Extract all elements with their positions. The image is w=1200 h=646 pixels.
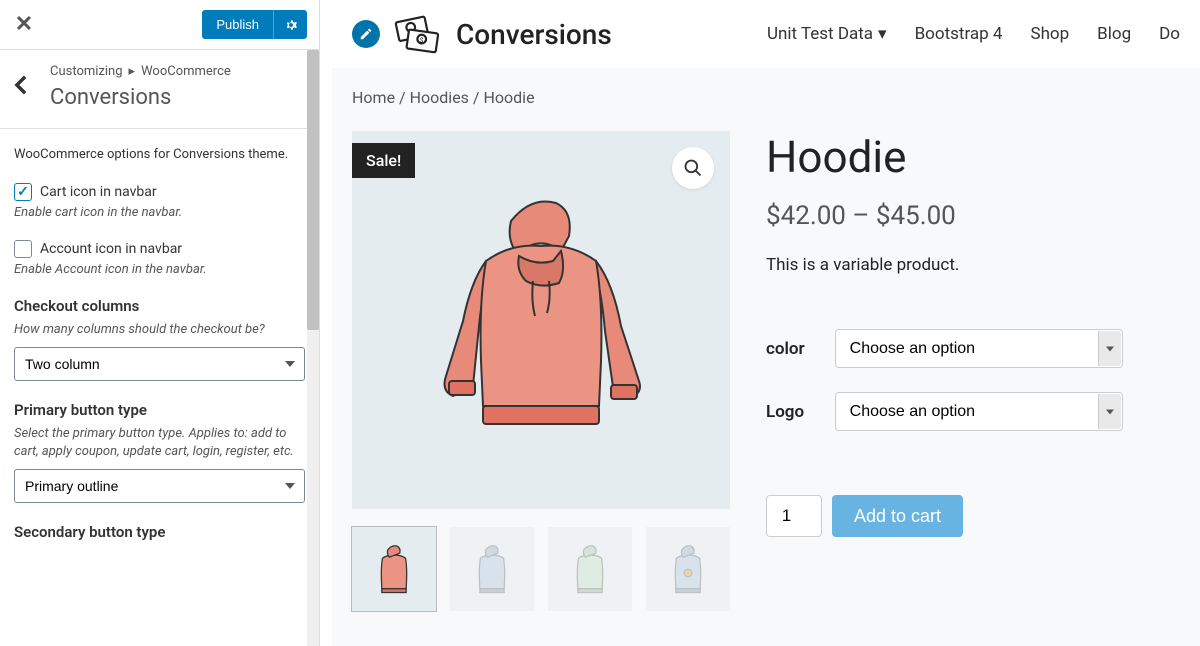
cart-icon-option: Cart icon in navbar Enable cart icon in … — [14, 183, 305, 220]
section-title: Conversions — [50, 85, 305, 110]
caret-down-icon: ▾ — [878, 24, 887, 44]
sidebar-toolbar: ✕ Publish — [0, 0, 319, 50]
preview-body: Home / Hoodies / Hoodie Sale! — [332, 68, 1200, 646]
product-gallery: Sale! — [352, 131, 730, 611]
add-to-cart-row: Add to cart — [766, 495, 1180, 537]
search-icon — [683, 158, 703, 178]
product-breadcrumb: Home / Hoodies / Hoodie — [352, 88, 1180, 107]
checkout-columns-field: Checkout columns How many columns should… — [14, 297, 305, 381]
product-thumbnails — [352, 527, 730, 611]
variations-form: color Choose an option Logo — [766, 305, 1123, 455]
quantity-input[interactable] — [766, 495, 822, 537]
account-icon-label: Account icon in navbar — [40, 241, 182, 257]
close-icon[interactable]: ✕ — [12, 12, 36, 37]
sidebar-body: WooCommerce options for Conversions them… — [0, 129, 319, 577]
section-intro: WooCommerce options for Conversions them… — [14, 145, 305, 165]
nav-bootstrap-4[interactable]: Bootstrap 4 — [915, 24, 1003, 44]
publish-group: Publish — [202, 10, 307, 39]
customizer-sidebar: ✕ Publish Customizing ▸ WooCommerce Conv… — [0, 0, 320, 646]
primary-button-select[interactable]: Primary outline — [14, 469, 305, 503]
primary-nav: Unit Test Data ▾ Bootstrap 4 Shop Blog D… — [767, 24, 1180, 44]
chevron-left-icon — [14, 74, 28, 96]
primary-button-label: Primary button type — [14, 401, 305, 419]
thumbnail-3[interactable] — [548, 527, 632, 611]
cart-icon-checkbox[interactable] — [14, 183, 32, 201]
primary-button-desc: Select the primary button type. Applies … — [14, 425, 305, 461]
thumbnail-1[interactable] — [352, 527, 436, 611]
nav-blog[interactable]: Blog — [1097, 24, 1131, 44]
add-to-cart-button[interactable]: Add to cart — [832, 495, 963, 537]
sidebar-scrollbar[interactable] — [307, 50, 319, 646]
checkout-columns-label: Checkout columns — [14, 297, 305, 315]
primary-button-field: Primary button type Select the primary b… — [14, 401, 305, 503]
scrollbar-thumb[interactable] — [307, 50, 319, 330]
back-button[interactable] — [14, 74, 28, 102]
product-title: Hoodie — [766, 131, 1180, 183]
product-layout: Sale! — [352, 131, 1180, 611]
sale-badge: Sale! — [352, 143, 415, 178]
cart-icon-desc: Enable cart icon in the navbar. — [14, 205, 305, 220]
checkout-columns-select[interactable]: Two column — [14, 347, 305, 381]
breadcrumb: Customizing ▸ WooCommerce — [50, 64, 305, 79]
product-short-desc: This is a variable product. — [766, 255, 1180, 275]
variation-color-select[interactable]: Choose an option — [835, 329, 1123, 368]
secondary-button-field: Secondary button type — [14, 523, 305, 541]
variation-logo-label: Logo — [766, 392, 835, 431]
product-info: Hoodie $42.00 – $45.00 This is a variabl… — [766, 131, 1180, 611]
secondary-button-label: Secondary button type — [14, 523, 305, 541]
breadcrumb-prefix: Customizing — [50, 64, 123, 79]
section-header: Customizing ▸ WooCommerce Conversions — [0, 50, 319, 129]
checkout-columns-desc: How many columns should the checkout be? — [14, 321, 305, 339]
nav-unit-test-data[interactable]: Unit Test Data ▾ — [767, 24, 887, 44]
crumb-current: Hoodie — [483, 88, 534, 107]
crumb-category[interactable]: Hoodies — [410, 88, 469, 107]
site-header: $ Conversions Unit Test Data ▾ Bootstrap… — [332, 0, 1200, 68]
pencil-icon — [359, 27, 373, 41]
breadcrumb-separator-icon: ▸ — [129, 64, 136, 79]
cart-icon-label: Cart icon in navbar — [40, 184, 157, 200]
preview-pane: $ Conversions Unit Test Data ▾ Bootstrap… — [332, 0, 1200, 646]
product-main-image[interactable]: Sale! — [352, 131, 730, 509]
hoodie-image-icon — [352, 131, 730, 509]
variation-color-label: color — [766, 329, 835, 368]
variation-logo-select[interactable]: Choose an option — [835, 392, 1123, 431]
publish-settings-button[interactable] — [273, 10, 307, 39]
breadcrumb-parent: WooCommerce — [141, 64, 231, 79]
product-price: $42.00 – $45.00 — [766, 201, 1180, 231]
crumb-home[interactable]: Home — [352, 88, 395, 107]
account-icon-option: Account icon in navbar Enable Account ic… — [14, 240, 305, 277]
site-logo-icon: $ — [392, 12, 444, 56]
publish-button[interactable]: Publish — [202, 10, 273, 39]
site-brand[interactable]: Conversions — [456, 18, 612, 51]
account-icon-desc: Enable Account icon in the navbar. — [14, 262, 305, 277]
zoom-button[interactable] — [672, 147, 714, 189]
nav-shop[interactable]: Shop — [1030, 24, 1069, 44]
gear-icon — [283, 17, 299, 33]
account-icon-checkbox[interactable] — [14, 240, 32, 258]
nav-more[interactable]: Do — [1159, 24, 1180, 44]
thumbnail-2[interactable] — [450, 527, 534, 611]
edit-shortcut-button[interactable] — [352, 20, 380, 48]
thumbnail-4[interactable] — [646, 527, 730, 611]
